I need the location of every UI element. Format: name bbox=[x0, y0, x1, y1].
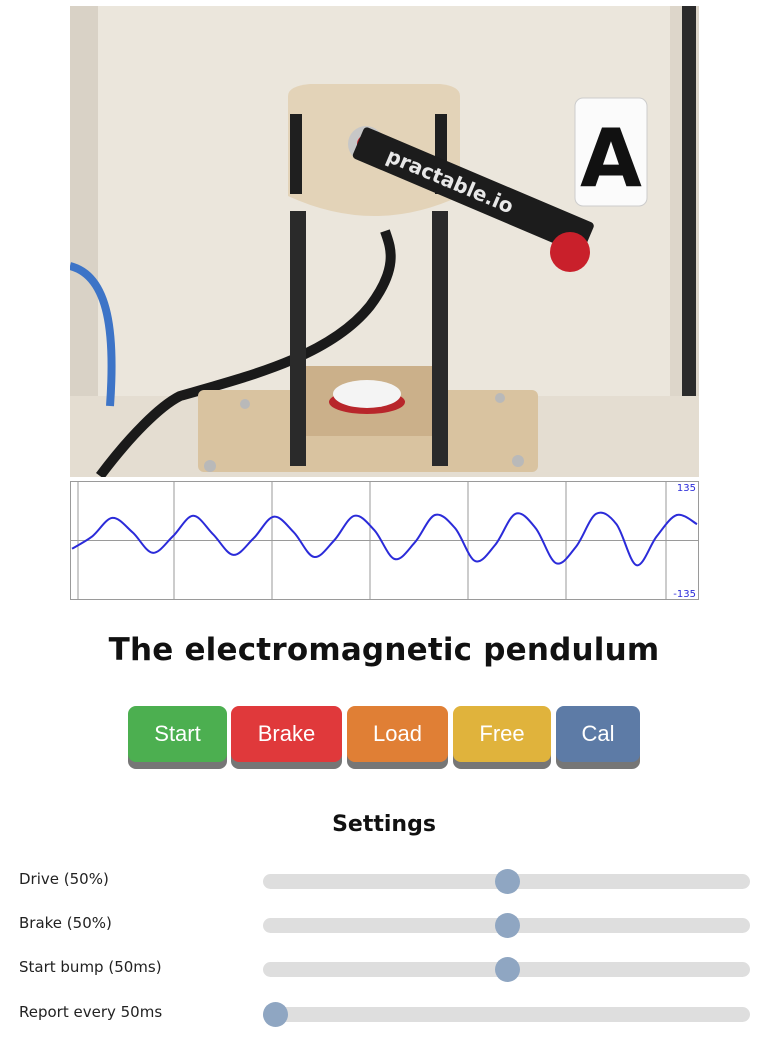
brake-slider-thumb[interactable] bbox=[494, 913, 520, 938]
cal-button[interactable]: Cal bbox=[556, 706, 640, 762]
drive-slider[interactable] bbox=[263, 869, 750, 894]
pendulum-angle-chart: 135 -135 bbox=[70, 481, 699, 600]
brake-setting: Brake (50%) bbox=[0, 910, 768, 940]
chart-ymax-label: 135 bbox=[677, 483, 696, 494]
start-button[interactable]: Start bbox=[128, 706, 227, 762]
brake-button[interactable]: Brake bbox=[231, 706, 342, 762]
start-bump-slider[interactable] bbox=[263, 957, 750, 982]
drive-label: Drive (50%) bbox=[19, 870, 109, 888]
start-bump-label: Start bump (50ms) bbox=[19, 958, 162, 976]
drive-slider-thumb[interactable] bbox=[494, 869, 520, 894]
free-button[interactable]: Free bbox=[453, 706, 551, 762]
report-setting: Report every 50ms bbox=[0, 999, 768, 1029]
report-label: Report every 50ms bbox=[19, 1003, 163, 1021]
sign-letter: A bbox=[580, 112, 642, 205]
brake-label: Brake (50%) bbox=[19, 914, 112, 932]
start-bump-setting: Start bump (50ms) bbox=[0, 954, 768, 984]
drive-setting: Drive (50%) bbox=[0, 866, 768, 896]
start-bump-slider-thumb[interactable] bbox=[494, 957, 520, 982]
report-slider[interactable] bbox=[263, 1002, 750, 1027]
camera-feed: practable.io A bbox=[70, 6, 699, 477]
pendulum-page: practable.io A 135 -135 The electromagne… bbox=[0, 0, 768, 1051]
brake-slider[interactable] bbox=[263, 913, 750, 938]
load-button[interactable]: Load bbox=[347, 706, 448, 762]
settings-heading: Settings bbox=[332, 812, 436, 837]
chart-ymin-label: -135 bbox=[673, 589, 696, 600]
page-title: The electromagnetic pendulum bbox=[108, 632, 660, 668]
report-slider-thumb[interactable] bbox=[263, 1002, 289, 1027]
